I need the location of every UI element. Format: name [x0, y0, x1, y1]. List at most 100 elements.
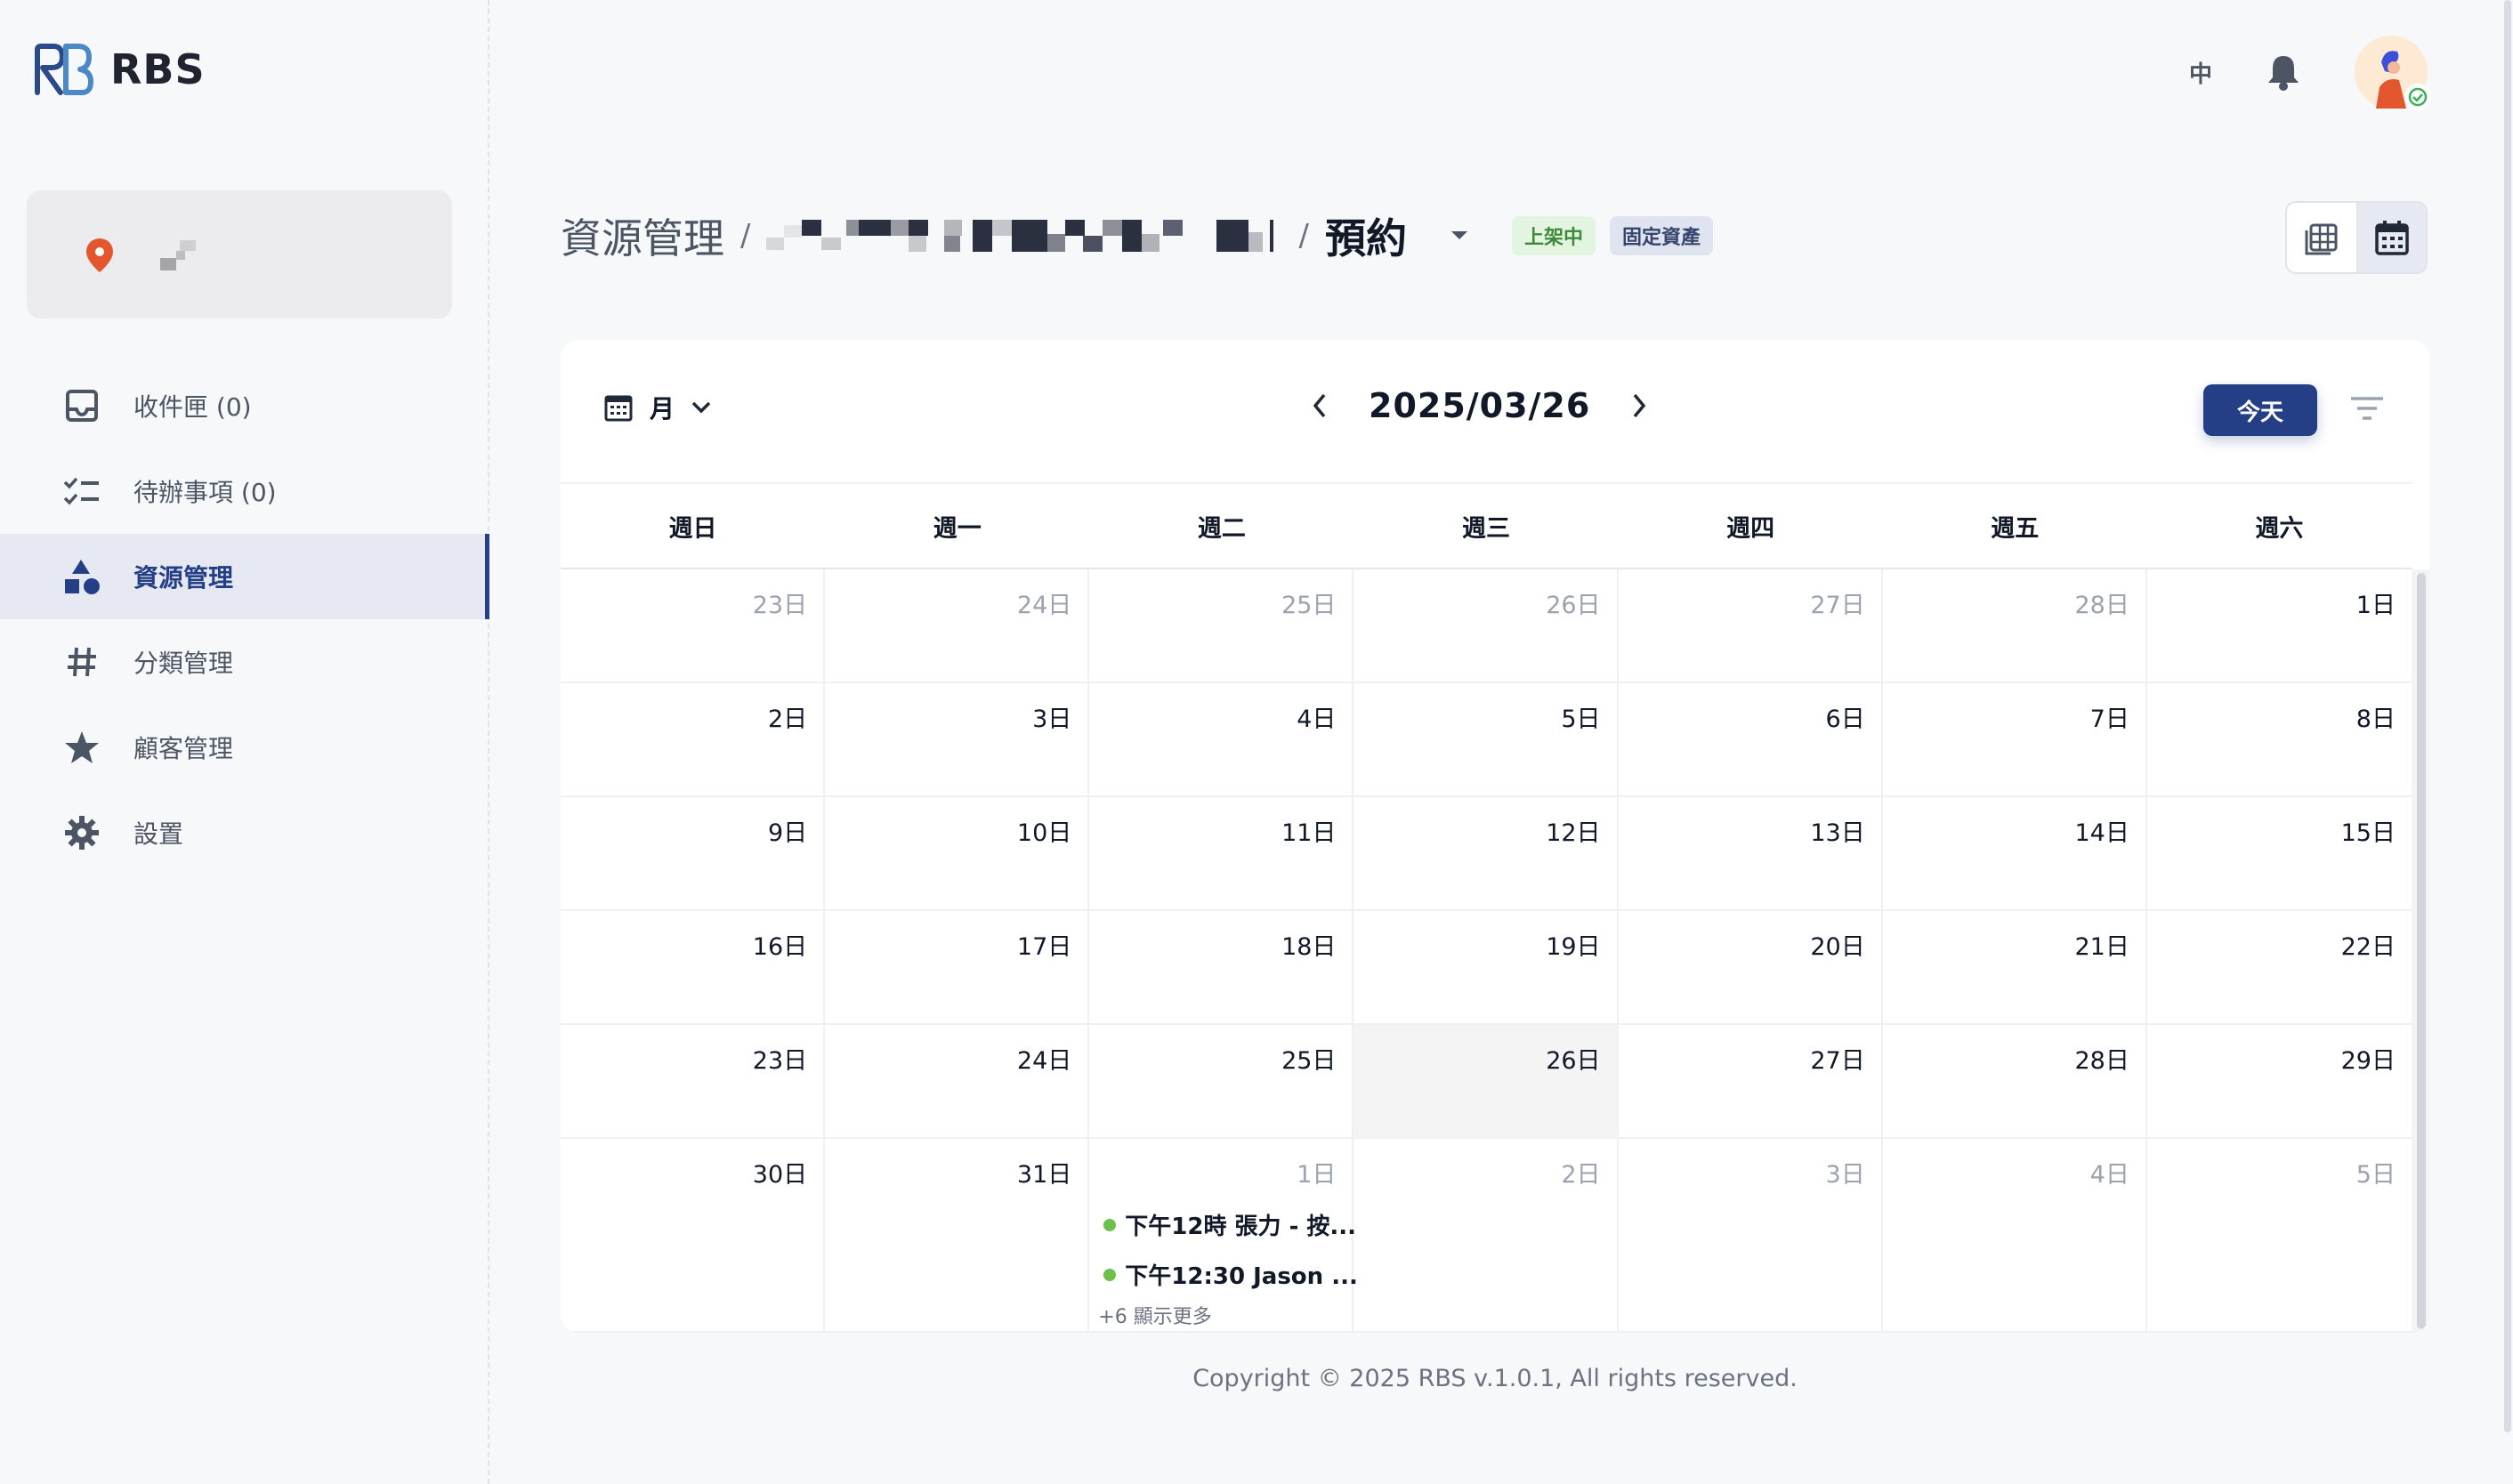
event-status-dot	[1103, 1268, 1117, 1281]
calendar-day-cell[interactable]: 24日	[825, 569, 1090, 683]
calendar-day-cell[interactable]: 22日	[2146, 911, 2412, 1025]
day-number: 20日	[1810, 933, 1865, 961]
day-number: 11日	[1281, 819, 1337, 847]
today-button[interactable]: 今天	[2203, 384, 2317, 436]
calendar-day-cell[interactable]: 24日	[825, 1025, 1090, 1139]
calendar-day-cell[interactable]: 14日	[1882, 797, 2147, 911]
day-number: 10日	[1016, 819, 1072, 847]
calendar-small-icon	[604, 395, 633, 422]
checklist-icon	[62, 472, 101, 511]
calendar-day-cell[interactable]: 12日	[1353, 797, 1619, 911]
day-number: 27日	[1810, 1047, 1865, 1075]
day-number: 18日	[1281, 933, 1337, 961]
date-navigation: 2025/03/26	[1308, 386, 1651, 425]
calendar-day-cell[interactable]: 25日	[1089, 569, 1354, 683]
calendar-view-select[interactable]: 月	[603, 390, 712, 425]
sidebar-item-inbox[interactable]: 收件匣 (0)	[0, 363, 489, 448]
event-title: 下午12:30 Jason ...	[1125, 1263, 1358, 1290]
calendar-day-cell[interactable]: 1日 下午12時 張力 - 按... 下午12:30 Jason ... +6 …	[1089, 1139, 1358, 1333]
calendar-day-cell[interactable]: 6日	[1618, 683, 1883, 797]
calendar-day-cell[interactable]: 30日	[561, 1139, 826, 1333]
calendar-day-cell[interactable]: 2日	[1353, 1139, 1619, 1333]
chevron-right-icon[interactable]	[1626, 391, 1651, 420]
scrollbar-thumb[interactable]	[2417, 573, 2426, 1329]
view-toggle	[2285, 201, 2428, 274]
breadcrumb-root[interactable]: 資源管理	[561, 206, 724, 265]
day-number: 28日	[2074, 1047, 2129, 1075]
calendar-event[interactable]: 下午12時 張力 - 按...	[1103, 1208, 1356, 1241]
calendar-day-cell[interactable]: 5日	[1353, 683, 1619, 797]
calendar-day-cell[interactable]: 10日	[825, 797, 1090, 911]
bell-icon[interactable]	[2266, 52, 2301, 92]
day-number: 7日	[2089, 706, 2129, 733]
avatar[interactable]	[2355, 36, 2431, 110]
sidebar-item-label: 顧客管理	[133, 734, 234, 763]
star-icon	[62, 728, 101, 767]
sidebar-item-label: 設置	[133, 819, 184, 849]
scrollbar-thumb[interactable]	[2504, 0, 2511, 1432]
calendar-view-button[interactable]	[2356, 203, 2426, 272]
calendar-day-cell[interactable]: 26日	[1353, 569, 1619, 683]
calendar-day-cell[interactable]: 4日	[1089, 683, 1354, 797]
calendar-day-cell[interactable]: 19日	[1353, 911, 1619, 1025]
filter-icon[interactable]	[2349, 393, 2385, 425]
calendar-day-cell[interactable]: 16日	[561, 911, 826, 1025]
calendar-icon	[2375, 221, 2409, 255]
calendar-day-cell-today[interactable]: 26日	[1353, 1025, 1619, 1139]
table-view-button[interactable]	[2287, 203, 2356, 272]
calendar-day-cell[interactable]: 5日	[2146, 1139, 2412, 1333]
calendar-day-cell[interactable]: 15日	[2146, 797, 2412, 911]
sidebar-item-customers[interactable]: 顧客管理	[0, 705, 489, 790]
top-actions: 中	[2189, 36, 2431, 110]
calendar-event[interactable]: 下午12:30 Jason ...	[1103, 1258, 1358, 1291]
title-dropdown-button[interactable]	[1446, 222, 1473, 249]
calendar-day-cell[interactable]: 3日	[1618, 1139, 1883, 1333]
sidebar-item-categories[interactable]: 分類管理	[0, 619, 489, 705]
calendar-day-cell[interactable]: 23日	[561, 1025, 826, 1139]
day-number: 6日	[1825, 706, 1865, 733]
calendar-day-cell[interactable]: 7日	[1882, 683, 2147, 797]
sidebar-item-label: 分類管理	[133, 649, 234, 678]
sidebar-item-resources[interactable]: 資源管理	[0, 534, 489, 619]
calendar-day-cell[interactable]: 13日	[1618, 797, 1883, 911]
weekday-label: 週四	[1726, 514, 1775, 543]
app-logo[interactable]: RBS	[30, 41, 206, 98]
day-number: 1日	[2355, 592, 2396, 619]
calendar-day-cell[interactable]: 27日	[1618, 569, 1883, 683]
calendar-day-cell[interactable]: 3日	[825, 683, 1090, 797]
current-date: 2025/03/26	[1369, 386, 1591, 425]
location-selector[interactable]	[27, 190, 452, 319]
page-scrollbar[interactable]	[2501, 0, 2513, 1484]
calendar-day-cell[interactable]: 28日	[1882, 569, 2147, 683]
calendar-day-cell[interactable]: 17日	[825, 911, 1090, 1025]
day-number: 5日	[2355, 1161, 2396, 1189]
calendar-day-cell[interactable]: 31日	[825, 1139, 1090, 1333]
sidebar-item-todo[interactable]: 待辦事項 (0)	[0, 448, 489, 534]
calendar-day-cell[interactable]: 21日	[1882, 911, 2147, 1025]
day-number: 27日	[1810, 592, 1865, 619]
sidebar-item-settings[interactable]: 設置	[0, 790, 489, 875]
day-number: 26日	[1546, 592, 1601, 619]
calendar-day-cell[interactable]: 25日	[1089, 1025, 1354, 1139]
calendar-day-cell[interactable]: 27日	[1618, 1025, 1883, 1139]
day-number: 26日	[1546, 1047, 1601, 1075]
weekday-label: 週一	[933, 514, 982, 543]
calendar-day-cell[interactable]: 2日	[561, 683, 826, 797]
calendar-scrollbar[interactable]	[2412, 569, 2429, 1333]
day-number: 19日	[1546, 933, 1601, 961]
calendar-day-cell[interactable]: 1日	[2146, 569, 2412, 683]
calendar-day-cell[interactable]: 4日	[1882, 1139, 2147, 1333]
language-switch[interactable]: 中	[2189, 56, 2212, 89]
show-more-link[interactable]: +6 顯示更多	[1098, 1301, 1211, 1329]
calendar-day-cell[interactable]: 28日	[1882, 1025, 2147, 1139]
calendar-day-cell[interactable]: 29日	[2146, 1025, 2412, 1139]
calendar-day-cell[interactable]: 18日	[1089, 911, 1354, 1025]
calendar-day-cell[interactable]: 11日	[1089, 797, 1354, 911]
calendar-day-cell[interactable]: 23日	[561, 569, 826, 683]
day-number: 13日	[1810, 819, 1865, 847]
chevron-left-icon[interactable]	[1308, 391, 1333, 420]
calendar-day-cell[interactable]: 20日	[1618, 911, 1883, 1025]
calendar-day-cell[interactable]: 9日	[561, 797, 826, 911]
calendar-day-cell[interactable]: 8日	[2146, 683, 2412, 797]
redacted-resource-name[interactable]	[766, 216, 1282, 255]
